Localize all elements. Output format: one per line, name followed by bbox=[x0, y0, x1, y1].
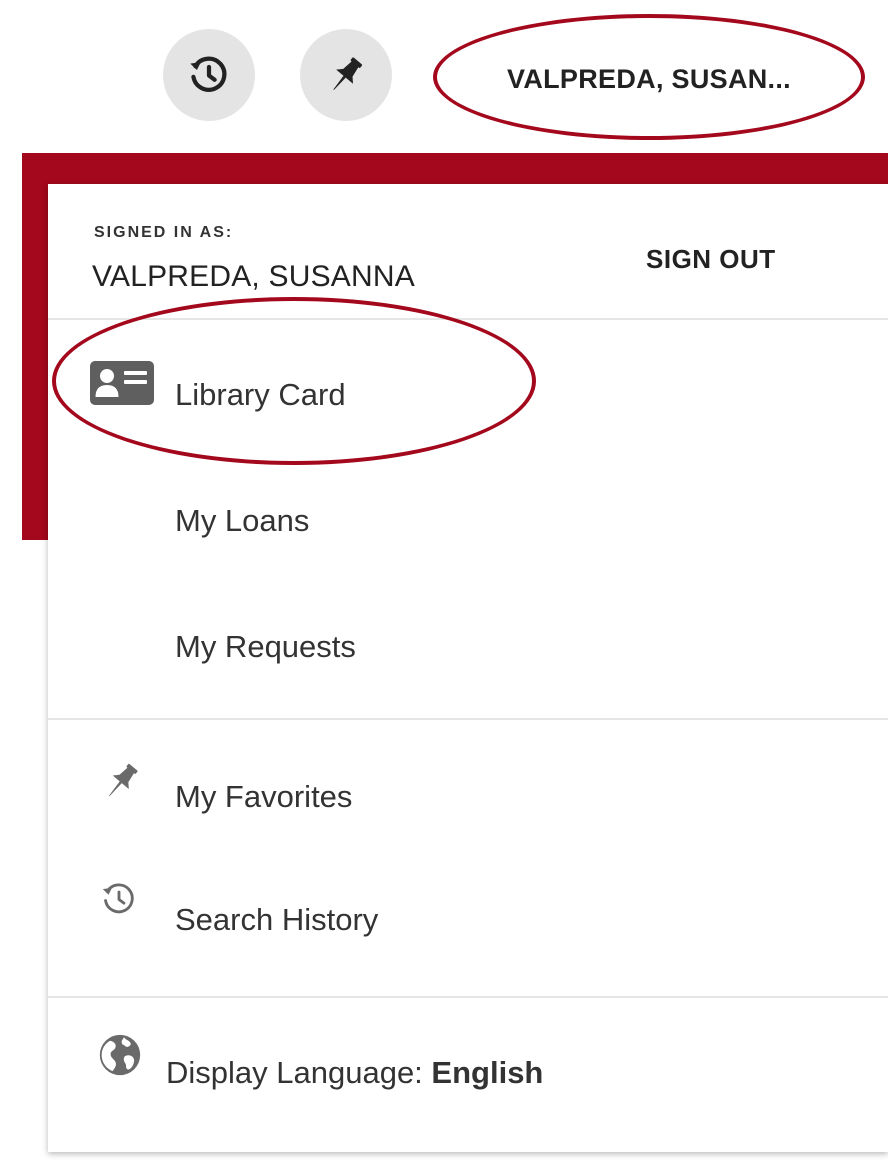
signed-in-name: VALPREDA, SUSANNA bbox=[92, 260, 415, 293]
favorites-button[interactable] bbox=[300, 29, 392, 121]
display-language-value: English bbox=[431, 1055, 544, 1090]
menu-item-display-language[interactable]: Display Language: English bbox=[48, 1033, 888, 1113]
user-menu-label: VALPREDA, SUSAN... bbox=[507, 63, 791, 94]
menu-item-library-card[interactable]: Library Card bbox=[48, 355, 888, 435]
pin-icon bbox=[108, 763, 138, 797]
history-icon bbox=[190, 56, 227, 92]
search-history-button[interactable] bbox=[163, 29, 255, 121]
pin-icon bbox=[333, 57, 363, 90]
sign-out-button[interactable]: SIGN OUT bbox=[646, 242, 776, 277]
menu-item-label: Search History bbox=[175, 902, 379, 937]
menu-divider bbox=[48, 718, 888, 720]
library-account-screen: VALPREDA, SUSAN... SIGNED IN AS: VALPRED… bbox=[0, 0, 888, 1171]
menu-item-label: My Requests bbox=[175, 629, 356, 664]
menu-item-my-requests[interactable]: My Requests bbox=[48, 607, 888, 687]
id-card-icon bbox=[90, 361, 154, 405]
menu-divider bbox=[48, 318, 888, 320]
menu-item-my-favorites[interactable]: My Favorites bbox=[48, 757, 888, 837]
display-language-label: Display Language: English bbox=[166, 1055, 543, 1091]
globe-icon bbox=[99, 1034, 141, 1076]
menu-item-my-loans[interactable]: My Loans bbox=[48, 481, 888, 561]
history-icon bbox=[102, 883, 134, 914]
display-language-caption: Display Language: bbox=[166, 1055, 423, 1090]
signed-in-caption: SIGNED IN AS: bbox=[94, 224, 234, 241]
menu-item-label: Library Card bbox=[175, 377, 346, 412]
user-menu-button[interactable]: VALPREDA, SUSAN... bbox=[433, 14, 865, 140]
menu-item-search-history[interactable]: Search History bbox=[48, 880, 888, 960]
menu-item-label: My Loans bbox=[175, 503, 310, 538]
menu-item-label: My Favorites bbox=[175, 779, 353, 814]
user-menu-panel: SIGNED IN AS: VALPREDA, SUSANNA SIGN OUT… bbox=[48, 184, 888, 1152]
menu-divider bbox=[48, 996, 888, 998]
